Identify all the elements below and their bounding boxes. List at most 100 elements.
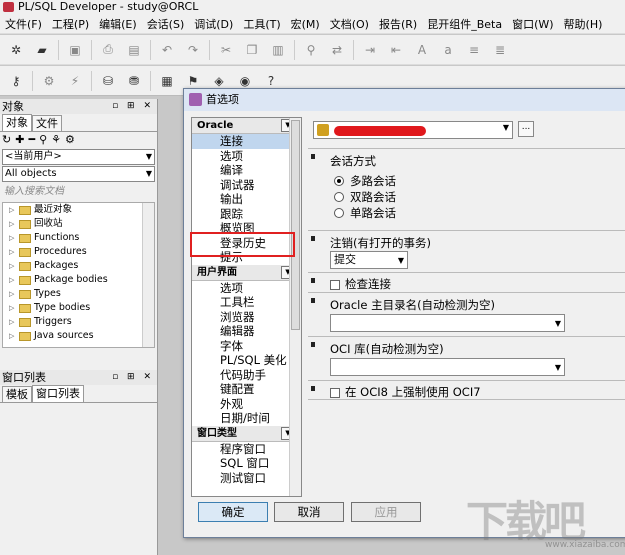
nav-item-ui-options[interactable]: 选项: [192, 281, 301, 296]
filter-icon[interactable]: ⚘: [51, 133, 65, 146]
tab-objects[interactable]: 对象: [2, 114, 32, 131]
copy-icon[interactable]: ❐: [244, 42, 260, 58]
menu-file[interactable]: 文件(F): [0, 16, 47, 32]
tree-item[interactable]: ▷ Triggers: [3, 315, 154, 329]
break-icon[interactable]: ⚡: [67, 73, 83, 89]
replace-icon[interactable]: ⇄: [329, 42, 345, 58]
menu-project[interactable]: 工程(P): [47, 16, 94, 32]
nav-item-key-config[interactable]: 键配置: [192, 382, 301, 397]
logoff-select[interactable]: 提交 ▼: [330, 251, 408, 269]
menu-debug[interactable]: 调试(D): [189, 16, 238, 32]
find-icon[interactable]: ⚲: [303, 42, 319, 58]
menu-documents[interactable]: 文档(O): [325, 16, 374, 32]
tab-templates[interactable]: 模板: [2, 386, 32, 402]
object-filter-combo[interactable]: All objects ▼: [2, 166, 155, 182]
menu-macro[interactable]: 宏(M): [286, 16, 325, 32]
nav-item-compile[interactable]: 编译: [192, 163, 301, 178]
nav-item-program-window[interactable]: 程序窗口: [192, 442, 301, 457]
db-object-icon[interactable]: ◈: [211, 73, 227, 89]
nav-item-beautifier[interactable]: PL/SQL 美化: [192, 353, 301, 368]
print-preview-icon[interactable]: ▤: [126, 42, 142, 58]
menu-window[interactable]: 窗口(W): [507, 16, 558, 32]
tree-item[interactable]: ▷ Types: [3, 287, 154, 301]
commit-icon[interactable]: ⛁: [100, 73, 116, 89]
expand-icon[interactable]: ▷: [9, 259, 19, 273]
nav-item-date-time[interactable]: 日期/时间: [192, 411, 301, 426]
object-search-input[interactable]: 输入搜索文档: [2, 184, 155, 200]
radio-dual-session[interactable]: 双路会话: [334, 189, 396, 205]
nav-item-toolbar[interactable]: 工具栏: [192, 295, 301, 310]
help-icon[interactable]: ?: [263, 73, 279, 89]
nav-group-oracle[interactable]: Oracle ▼: [192, 118, 301, 134]
expand-icon[interactable]: ▷: [9, 245, 19, 259]
nav-item-sql-window[interactable]: SQL 窗口: [192, 456, 301, 471]
radio-dot-selected[interactable]: [334, 176, 344, 186]
expand-icon[interactable]: ▷: [9, 287, 19, 301]
check-connection-checkbox[interactable]: [330, 279, 340, 290]
oci-library-select[interactable]: ▼: [330, 358, 565, 376]
uncomment-icon[interactable]: ≣: [492, 42, 508, 58]
ok-button[interactable]: 确定: [198, 502, 268, 522]
expand-icon[interactable]: ▷: [9, 203, 19, 217]
execute-icon[interactable]: ⚙: [41, 73, 57, 89]
query-builder-icon[interactable]: ⚑: [185, 73, 201, 89]
refresh-icon[interactable]: ↻: [2, 133, 15, 146]
nav-group-window-types[interactable]: 窗口类型 ▼: [192, 425, 301, 442]
nav-item-debugger[interactable]: 调试器: [192, 178, 301, 193]
comment-icon[interactable]: ≡: [466, 42, 482, 58]
expand-icon[interactable]: ▷: [9, 315, 19, 329]
nav-item-fonts[interactable]: 字体: [192, 339, 301, 354]
expand-icon[interactable]: ▷: [9, 329, 19, 343]
nav-item-code-assistant[interactable]: 代码助手: [192, 368, 301, 383]
nav-item-appearance[interactable]: 外观: [192, 397, 301, 412]
tree-item[interactable]: ▷ 回收站: [3, 217, 154, 231]
lowercase-icon[interactable]: a: [440, 42, 456, 58]
tree-scrollbar[interactable]: [142, 203, 154, 347]
explain-plan-icon[interactable]: ▦: [159, 73, 175, 89]
nav-scrollbar-thumb[interactable]: [291, 120, 300, 330]
save-icon[interactable]: ▣: [67, 42, 83, 58]
new-icon[interactable]: ✲: [8, 42, 24, 58]
user-filter-combo[interactable]: <当前用户> ▼: [2, 149, 155, 165]
nav-item-output[interactable]: 输出: [192, 192, 301, 207]
tree-item[interactable]: ▷ Java sources: [3, 329, 154, 343]
tree-item[interactable]: ▷ Package bodies: [3, 273, 154, 287]
print-icon[interactable]: ⎙: [100, 42, 116, 58]
redo-icon[interactable]: ↷: [185, 42, 201, 58]
radio-multi-session[interactable]: 多路会话: [334, 173, 396, 189]
panel-controls[interactable]: ▫ ⊞ ✕: [112, 99, 154, 114]
force-oci7-checkbox[interactable]: [330, 387, 340, 398]
oracle-home-select[interactable]: ▼: [330, 314, 565, 332]
expand-icon[interactable]: ▷: [9, 273, 19, 287]
tree-item[interactable]: ▷ Packages: [3, 259, 154, 273]
add-icon[interactable]: ✚: [15, 133, 28, 146]
tab-window-list[interactable]: 窗口列表: [32, 385, 84, 402]
outdent-icon[interactable]: ⇤: [388, 42, 404, 58]
uppercase-icon[interactable]: A: [414, 42, 430, 58]
open-icon[interactable]: ▰: [34, 42, 50, 58]
nav-item-options[interactable]: 选项: [192, 149, 301, 164]
indent-icon[interactable]: ⇥: [362, 42, 378, 58]
menu-reports[interactable]: 报告(R): [374, 16, 422, 32]
radio-dot[interactable]: [334, 208, 344, 218]
tree-item[interactable]: ▷ 最近对象: [3, 203, 154, 217]
nav-item-editor[interactable]: 编辑器: [192, 324, 301, 339]
key-icon[interactable]: ⚷: [8, 73, 24, 89]
expand-icon[interactable]: ▷: [9, 301, 19, 315]
cancel-button[interactable]: 取消: [274, 502, 344, 522]
tree-item[interactable]: ▷ Functions: [3, 231, 154, 245]
rollback-icon[interactable]: ⛃: [126, 73, 142, 89]
nav-scrollbar[interactable]: [289, 118, 301, 496]
expand-icon[interactable]: ▷: [9, 217, 19, 231]
remove-icon[interactable]: ━: [28, 133, 39, 146]
cut-icon[interactable]: ✂: [218, 42, 234, 58]
paste-icon[interactable]: ▥: [270, 42, 286, 58]
nav-item-browser[interactable]: 浏览器: [192, 310, 301, 325]
menu-edit[interactable]: 编辑(E): [94, 16, 142, 32]
expand-icon[interactable]: ▷: [9, 231, 19, 245]
connection-selector[interactable]: ▼: [313, 121, 513, 139]
radio-single-session[interactable]: 单路会话: [334, 205, 396, 221]
tree-item[interactable]: ▷ Type bodies: [3, 301, 154, 315]
radio-dot[interactable]: [334, 192, 344, 202]
menu-help[interactable]: 帮助(H): [559, 16, 608, 32]
